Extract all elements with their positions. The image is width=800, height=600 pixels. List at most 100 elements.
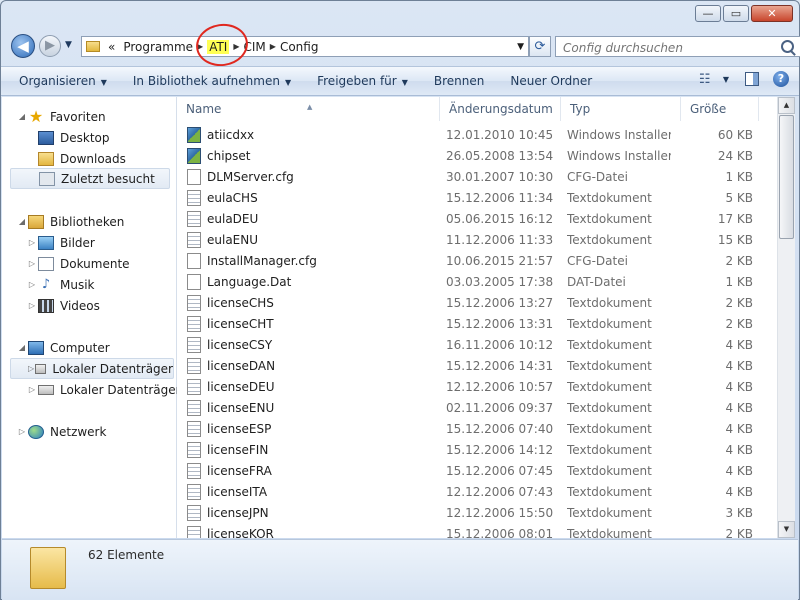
scroll-thumb[interactable] xyxy=(779,115,794,239)
collapsed-icon[interactable]: ▷ xyxy=(26,385,38,394)
nav-music[interactable]: ▷ ♪ Musik xyxy=(26,274,95,295)
file-name-cell[interactable]: licenseJPN xyxy=(187,504,269,521)
address-dropdown-icon[interactable]: ▼ xyxy=(517,42,524,52)
file-row[interactable]: InstallManager.cfg 10.06.2015 21:57 CFG-Da… xyxy=(177,250,777,271)
file-row[interactable]: licenseCHS 15.12.2006 13:27 Textdokument 2 … xyxy=(177,292,777,313)
file-name-cell[interactable]: licenseDAN xyxy=(187,357,275,374)
maximize-button[interactable]: ▭ xyxy=(723,5,749,22)
collapsed-icon[interactable]: ▷ xyxy=(26,280,38,289)
file-name-cell[interactable]: licenseENU xyxy=(187,399,274,416)
file-name-cell[interactable]: licenseCHS xyxy=(187,294,274,311)
refresh-button[interactable]: ⟳ xyxy=(529,36,551,57)
column-date[interactable]: Änderungsdatum xyxy=(440,97,561,121)
column-name[interactable]: Name ▲ xyxy=(177,97,440,121)
file-row[interactable]: licenseFIN 15.12.2006 14:12 Textdokument 4 … xyxy=(177,439,777,460)
file-row[interactable]: Language.Dat 03.03.2005 17:38 DAT-Datei 1 K… xyxy=(177,271,777,292)
file-row[interactable]: licenseENU 02.11.2006 09:37 Textdokument 4 … xyxy=(177,397,777,418)
nav-documents[interactable]: ▷ Dokumente xyxy=(26,253,130,274)
help-icon[interactable]: ? xyxy=(773,71,789,87)
view-dropdown-icon[interactable]: ▼ xyxy=(723,75,729,84)
breadcrumb-config[interactable]: Config xyxy=(276,40,323,54)
file-name-cell[interactable]: eulaDEU xyxy=(187,210,258,227)
file-row[interactable]: chipset 26.05.2008 13:54 Windows Installer… xyxy=(177,145,777,166)
nav-network[interactable]: ▷ Netzwerk xyxy=(16,421,106,442)
breadcrumb-cim[interactable]: CIM xyxy=(240,40,270,54)
preview-pane-icon[interactable] xyxy=(745,72,759,86)
file-name-cell[interactable]: InstallManager.cfg xyxy=(187,252,317,269)
collapsed-icon[interactable]: ▷ xyxy=(26,238,38,247)
file-row[interactable]: licenseJPN 12.12.2006 15:50 Textdokument 3 … xyxy=(177,502,777,523)
search-icon[interactable] xyxy=(781,40,794,53)
nav-desktop[interactable]: Desktop xyxy=(38,127,110,148)
share-button[interactable]: Freigeben für ▼ xyxy=(317,74,408,88)
collapsed-icon[interactable]: ▷ xyxy=(26,301,38,310)
vertical-scrollbar[interactable]: ▲ ▼ xyxy=(777,97,795,538)
file-row[interactable]: licenseITA 12.12.2006 07:43 Textdokument 4 … xyxy=(177,481,777,502)
scroll-up-button[interactable]: ▲ xyxy=(778,97,795,114)
file-row[interactable]: licenseDEU 12.12.2006 10:57 Textdokument 4 … xyxy=(177,376,777,397)
close-button[interactable]: ✕ xyxy=(751,5,793,22)
file-name-cell[interactable]: eulaENU xyxy=(187,231,258,248)
file-name-cell[interactable]: licenseFIN xyxy=(187,441,268,458)
file-name-cell[interactable]: licenseKOR xyxy=(187,525,274,538)
file-name-cell[interactable]: Language.Dat xyxy=(187,273,291,290)
file-name-cell[interactable]: licenseCSY xyxy=(187,336,272,353)
file-name-cell[interactable]: licenseDEU xyxy=(187,378,275,395)
file-name-cell[interactable]: atiicdxx xyxy=(187,126,254,143)
nav-libraries[interactable]: ◢ Bibliotheken xyxy=(16,211,124,232)
file-row[interactable]: licenseKOR 15.12.2006 08:01 Textdokument 2 … xyxy=(177,523,777,538)
organize-button[interactable]: Organisieren ▼ xyxy=(19,74,107,88)
collapsed-icon[interactable]: ▷ xyxy=(27,364,35,373)
expanded-icon[interactable]: ◢ xyxy=(16,217,28,226)
new-folder-button[interactable]: Neuer Ordner xyxy=(510,74,592,88)
nav-pictures[interactable]: ▷ Bilder xyxy=(26,232,95,253)
command-bar: Organisieren ▼ In Bibliothek aufnehmen ▼ F… xyxy=(1,66,799,96)
file-row[interactable]: eulaDEU 05.06.2015 16:12 Textdokument 17 KB xyxy=(177,208,777,229)
file-name-cell[interactable]: licenseITA xyxy=(187,483,267,500)
file-row[interactable]: licenseCHT 15.12.2006 13:31 Textdokument 2 … xyxy=(177,313,777,334)
file-row[interactable]: licenseFRA 15.12.2006 07:45 Textdokument 4 … xyxy=(177,460,777,481)
forward-button[interactable]: ▶ xyxy=(39,35,61,57)
column-size[interactable]: Größe xyxy=(681,97,759,121)
breadcrumb-ati[interactable]: ATI xyxy=(203,39,233,54)
file-name-cell[interactable]: DLMServer.cfg xyxy=(187,168,294,185)
scroll-down-button[interactable]: ▼ xyxy=(778,521,795,538)
expanded-icon[interactable]: ◢ xyxy=(16,343,28,352)
column-type[interactable]: Typ xyxy=(561,97,681,121)
file-row[interactable]: licenseCSY 16.11.2006 10:12 Textdokument 4 … xyxy=(177,334,777,355)
share-label: Freigeben für xyxy=(317,74,397,88)
expanded-icon[interactable]: ◢ xyxy=(16,112,28,121)
search-input[interactable] xyxy=(561,38,775,57)
recent-pages-dropdown[interactable]: ▼ xyxy=(65,40,72,50)
file-row[interactable]: DLMServer.cfg 30.01.2007 10:30 CFG-Datei 1 … xyxy=(177,166,777,187)
nav-videos[interactable]: ▷ Videos xyxy=(26,295,100,316)
address-bar[interactable]: « Programme ▶ ATI ▶ CIM ▶ Config ▼ xyxy=(81,20,529,70)
search-box[interactable] xyxy=(555,36,800,57)
file-row[interactable]: eulaCHS 15.12.2006 11:34 Textdokument 5 KB xyxy=(177,187,777,208)
burn-button[interactable]: Brennen xyxy=(434,74,484,88)
file-name-cell[interactable]: eulaCHS xyxy=(187,189,258,206)
file-name-cell[interactable]: chipset xyxy=(187,147,251,164)
file-row[interactable]: atiicdxx 12.01.2010 10:45 Windows Installe… xyxy=(177,124,777,145)
file-type: Textdokument xyxy=(567,232,652,247)
back-button[interactable]: ◀ xyxy=(11,34,35,58)
breadcrumb-overflow[interactable]: « xyxy=(104,40,119,54)
collapsed-icon[interactable]: ▷ xyxy=(16,427,28,436)
nav-recent[interactable]: Zuletzt besucht xyxy=(10,168,170,189)
file-name-cell[interactable]: licenseFRA xyxy=(187,462,272,479)
nav-downloads[interactable]: Downloads xyxy=(38,148,126,169)
nav-drive-2[interactable]: ▷ Lokaler Datenträger xyxy=(26,379,181,400)
file-row[interactable]: licenseESP 15.12.2006 07:40 Textdokument 4 … xyxy=(177,418,777,439)
breadcrumb-programme[interactable]: Programme xyxy=(119,40,197,54)
file-row[interactable]: licenseDAN 15.12.2006 14:31 Textdokument 4 … xyxy=(177,355,777,376)
collapsed-icon[interactable]: ▷ xyxy=(26,259,38,268)
include-library-button[interactable]: In Bibliothek aufnehmen ▼ xyxy=(133,74,291,88)
nav-drive-1[interactable]: ▷ Lokaler Datenträger xyxy=(10,358,174,379)
view-options-icon[interactable]: ☷ xyxy=(699,72,715,87)
file-name-cell[interactable]: licenseCHT xyxy=(187,315,274,332)
nav-favorites[interactable]: ◢ ★ Favoriten xyxy=(16,106,106,127)
nav-computer[interactable]: ◢ Computer xyxy=(16,337,110,358)
file-row[interactable]: eulaENU 11.12.2006 11:33 Textdokument 15 KB xyxy=(177,229,777,250)
minimize-button[interactable]: — xyxy=(695,5,721,22)
file-name-cell[interactable]: licenseESP xyxy=(187,420,271,437)
